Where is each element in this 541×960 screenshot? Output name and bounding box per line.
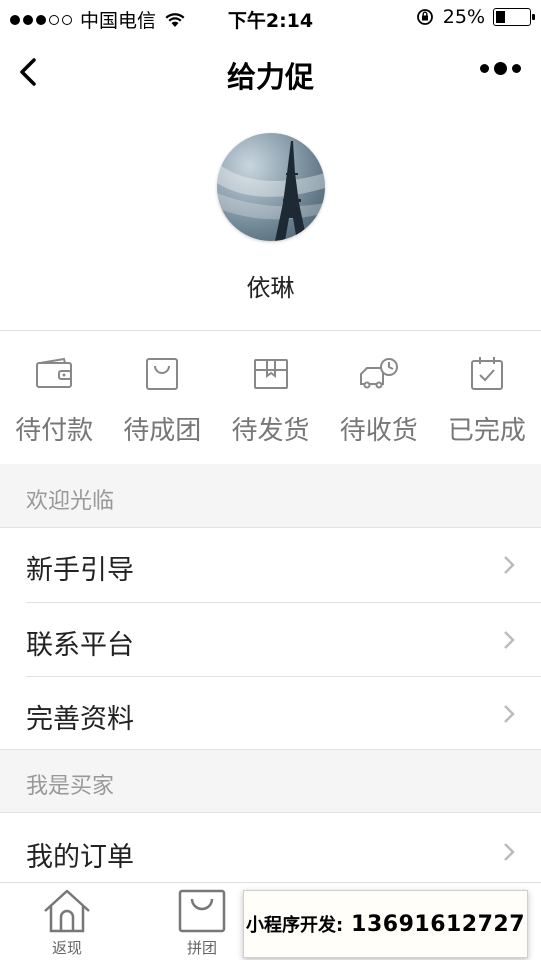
order-status-completed[interactable]: 已完成 bbox=[433, 332, 541, 464]
promo-overlay[interactable]: 小程序开发: 13691612727 bbox=[243, 890, 528, 958]
list-item-complete-profile[interactable]: 完善资料 bbox=[0, 677, 541, 751]
eiffel-tower-image bbox=[217, 141, 325, 241]
section-header-welcome: 欢迎光临 bbox=[0, 464, 541, 528]
chevron-right-icon bbox=[504, 631, 515, 649]
order-status-label: 待成团 bbox=[123, 416, 202, 446]
divider bbox=[0, 330, 541, 331]
bag-icon bbox=[178, 889, 226, 933]
list-item-beginner-guide[interactable]: 新手引导 bbox=[0, 528, 541, 602]
status-bar-right: 25% bbox=[415, 6, 535, 28]
tab-label: 拼团 bbox=[186, 939, 217, 957]
status-bar: 中国电信 下午2:14 25% bbox=[0, 0, 541, 36]
list-item-label: 联系平台 bbox=[26, 630, 134, 661]
chevron-right-icon bbox=[504, 705, 515, 723]
list-item-contact-platform[interactable]: 联系平台 bbox=[0, 603, 541, 677]
section-header-buyer: 我是买家 bbox=[0, 750, 541, 812]
order-status-label: 待付款 bbox=[15, 416, 94, 446]
more-options-icon[interactable] bbox=[480, 62, 521, 75]
order-status-row: 待付款 待成团 待发货 待收货 已完成 bbox=[0, 332, 541, 464]
home-icon bbox=[44, 889, 90, 933]
order-status-pending-group[interactable]: 待成团 bbox=[108, 332, 216, 464]
promo-phone: 13691612727 bbox=[351, 911, 526, 937]
chevron-right-icon bbox=[504, 556, 515, 574]
list-item-label: 我的订单 bbox=[26, 842, 134, 873]
tab-label: 返现 bbox=[51, 939, 82, 957]
username: 依琳 bbox=[246, 274, 295, 302]
list-item-label: 完善资料 bbox=[26, 704, 134, 735]
orientation-lock-icon bbox=[416, 9, 433, 25]
tab-cashback[interactable]: 返现 bbox=[27, 887, 107, 958]
wallet-icon bbox=[36, 357, 73, 388]
package-icon bbox=[253, 359, 288, 389]
order-status-pending-receipt[interactable]: 待收货 bbox=[325, 332, 433, 464]
battery-icon bbox=[493, 8, 535, 26]
order-status-label: 已完成 bbox=[447, 416, 526, 446]
navigation-bar: 给力促 bbox=[0, 36, 541, 108]
order-status-label: 待收货 bbox=[339, 416, 418, 446]
avatar[interactable] bbox=[217, 133, 325, 241]
order-status-label: 待发货 bbox=[231, 416, 310, 446]
order-status-pending-shipment[interactable]: 待发货 bbox=[216, 332, 324, 464]
order-status-pending-payment[interactable]: 待付款 bbox=[0, 332, 108, 464]
page-title: 给力促 bbox=[226, 60, 314, 94]
shopping-bag-icon bbox=[146, 358, 179, 390]
list-item-label: 新手引导 bbox=[26, 555, 134, 586]
chevron-right-icon bbox=[504, 843, 515, 861]
list-item-my-orders[interactable]: 我的订单 bbox=[0, 813, 541, 887]
promo-prefix: 小程序开发: bbox=[245, 915, 344, 936]
delivery-truck-icon bbox=[359, 358, 398, 389]
calendar-check-icon bbox=[470, 357, 503, 390]
battery-percentage: 25% bbox=[442, 6, 485, 28]
tab-group-buy[interactable]: 拼团 bbox=[162, 887, 242, 958]
